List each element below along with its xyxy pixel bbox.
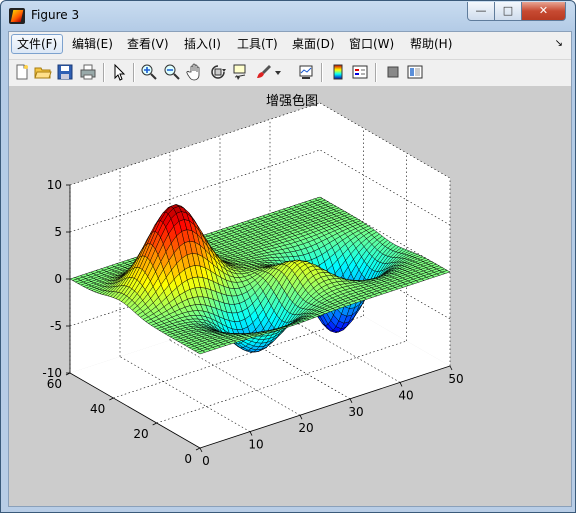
menu-insert[interactable]: 插入(I)	[179, 35, 226, 53]
close-button[interactable]: ✕	[521, 2, 566, 21]
hide-plot-tools-icon[interactable]	[384, 63, 402, 81]
menu-overflow-icon[interactable]: ↘	[555, 38, 563, 49]
figure-toolbar	[9, 59, 571, 87]
x-tick-label: 20	[298, 421, 313, 435]
chart-title: 增强色图	[266, 93, 318, 109]
menu-bar: 文件(F) 编辑(E) 查看(V) 插入(I) 工具(T) 桌面(D) 窗口(W…	[9, 32, 571, 58]
brush-icon[interactable]	[255, 63, 273, 81]
link-plot-icon[interactable]	[297, 63, 315, 81]
title-bar[interactable]: Figure 3 — □ ✕	[1, 1, 575, 31]
toolbar-separator	[103, 63, 105, 82]
menu-window[interactable]: 窗口(W)	[344, 35, 399, 53]
x-tick-mark	[299, 415, 303, 420]
rotate-3d-icon[interactable]	[209, 63, 227, 81]
menu-file[interactable]: 文件(F)	[11, 34, 64, 54]
new-figure-icon[interactable]	[13, 63, 31, 81]
z-tick-label: 5	[54, 225, 62, 239]
y-tick-mark	[109, 397, 114, 401]
zoom-in-icon[interactable]	[140, 63, 158, 81]
select-arrow-icon[interactable]	[110, 63, 128, 81]
x-tick-label: 10	[248, 438, 263, 452]
surface-plot[interactable]: 0102030405002040601050-5-10 增强色图	[9, 86, 571, 506]
colorbar-icon[interactable]	[329, 63, 347, 81]
x-tick-mark	[199, 447, 203, 453]
client-area: 文件(F) 编辑(E) 查看(V) 插入(I) 工具(T) 桌面(D) 窗口(W…	[8, 31, 572, 507]
x-tick-mark	[249, 431, 253, 436]
brush-dropdown-icon[interactable]	[273, 63, 283, 81]
minimize-button[interactable]: —	[467, 2, 495, 21]
x-tick-mark	[349, 398, 353, 403]
legend-icon[interactable]	[351, 63, 369, 81]
maximize-button[interactable]: □	[494, 2, 522, 21]
x-tick-label: 0	[202, 454, 210, 468]
toolbar-separator	[375, 63, 377, 82]
save-icon[interactable]	[56, 63, 74, 81]
pan-hand-icon[interactable]	[186, 63, 204, 81]
x-tick-label: 50	[448, 372, 463, 386]
z-tick-label: -5	[50, 319, 62, 333]
zoom-out-icon[interactable]	[163, 63, 181, 81]
menu-tools[interactable]: 工具(T)	[232, 35, 283, 53]
x-tick-mark	[449, 365, 453, 371]
menu-desktop[interactable]: 桌面(D)	[287, 35, 340, 53]
matlab-logo-icon	[9, 8, 25, 24]
x-tick-label: 40	[398, 388, 413, 402]
data-cursor-icon[interactable]	[232, 63, 250, 81]
y-tick-label: 40	[90, 402, 105, 416]
y-tick-label: 20	[133, 427, 148, 441]
z-tick-label: 10	[47, 178, 62, 192]
y-tick-mark	[195, 447, 201, 451]
x-tick-label: 30	[348, 405, 363, 419]
menu-help[interactable]: 帮助(H)	[405, 35, 457, 53]
open-file-icon[interactable]	[34, 63, 52, 81]
window-title: Figure 3	[31, 8, 80, 22]
menu-edit[interactable]: 编辑(E)	[67, 35, 118, 53]
y-tick-label: 0	[184, 452, 192, 466]
toolbar-separator	[133, 63, 135, 82]
z-tick-label: 0	[54, 272, 62, 286]
figure-canvas[interactable]: 0 10 20 30 40 50 0 20 40 60 10 5 0 -5 -10 增强色图	[9, 86, 571, 506]
figure-window: Figure 3 — □ ✕ 文件(F) 编辑(E) 查看(V) 插入(I) 工…	[0, 0, 576, 513]
z-tick-label: -10	[42, 366, 62, 380]
y-tick-mark	[152, 422, 157, 426]
menu-view[interactable]: 查看(V)	[122, 35, 174, 53]
toolbar-separator	[321, 63, 323, 82]
print-icon[interactable]	[79, 63, 97, 81]
x-tick-mark	[399, 382, 403, 387]
show-plot-tools-icon[interactable]	[406, 63, 424, 81]
